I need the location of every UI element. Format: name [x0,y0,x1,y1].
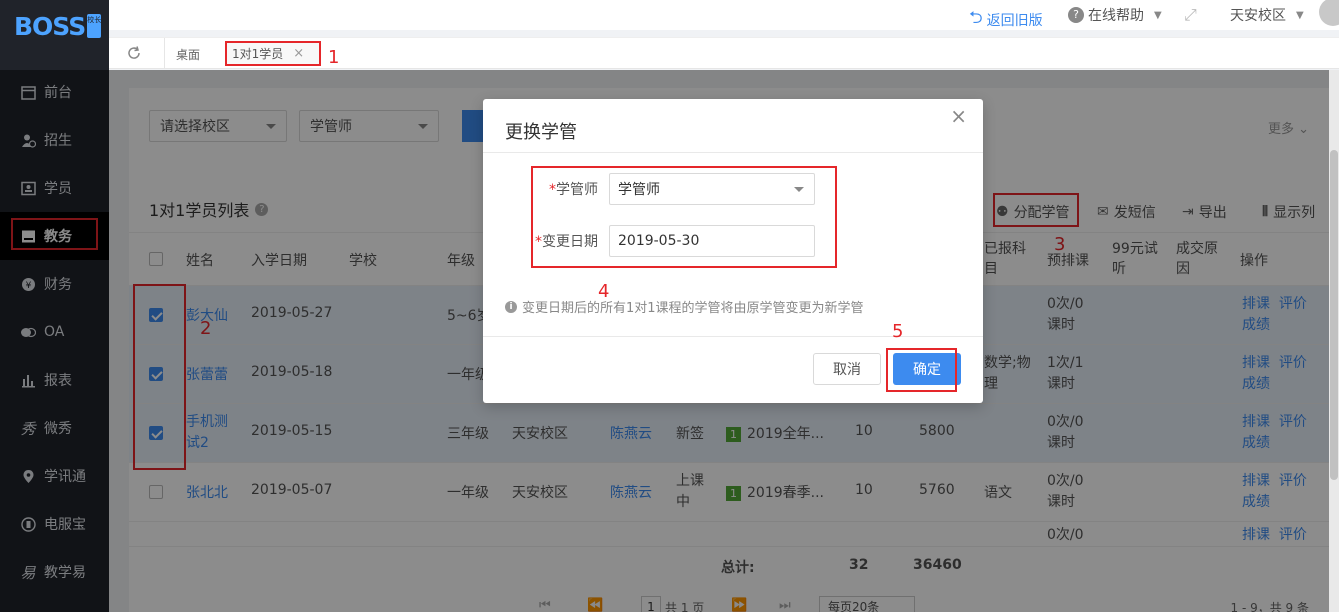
back-old-version-link[interactable]: ⮌ 返回旧版 [969,5,1043,34]
campus-label: 天安校区 [1230,8,1286,24]
close-icon[interactable]: × [950,104,967,128]
highlight-box-confirm [886,348,957,392]
logo-badge: 校长 [87,14,102,38]
scrollbar[interactable] [1329,70,1339,612]
cancel-button[interactable]: 取消 [813,353,881,385]
online-help-dropdown[interactable]: ? 在线帮助 ▼ [1068,5,1162,25]
dialog-divider [483,152,983,153]
logo-text: BOSS [14,11,86,41]
annotation-number-1: 1 [328,47,340,68]
chevron-down-icon: ▼ [1154,9,1162,21]
dialog-footer-divider [483,336,983,337]
chevron-down-icon: ▼ [1296,9,1304,21]
help-label: 在线帮助 [1088,8,1144,24]
undo-icon: ⮌ [969,8,983,28]
top-header: ⮌ 返回旧版 ? 在线帮助 ▼ ⤢ 天安校区 ▼ [109,0,1339,30]
highlight-box-form [531,166,837,268]
back-old-label: 返回旧版 [986,12,1043,29]
dialog-title: 更换学管 [505,122,577,143]
help-circle-icon: ? [1068,7,1084,23]
change-manager-dialog: 更换学管 × *学管师 学管师 *变更日期 2019-05-30 4 i 变更日… [483,99,983,403]
scrollbar-thumb[interactable] [1330,150,1338,480]
tab-divider [164,38,165,69]
tab-label: 1对1学员 [232,47,284,61]
close-icon[interactable]: × [293,46,304,61]
annotation-number-5: 5 [892,321,904,342]
info-icon: i [505,300,517,313]
note-text: 变更日期后的所有1对1课程的学管将由原学管变更为新学管 [522,301,864,316]
logo[interactable]: BOSS 校长 [0,0,109,52]
dialog-note: i 变更日期后的所有1对1课程的学管将由原学管变更为新学管 [505,297,864,316]
tab-desktop[interactable]: 桌面 [176,46,200,63]
campus-dropdown[interactable]: 天安校区 ▼ [1230,5,1304,25]
tab-bar: 桌面 1对1学员 × 1 [109,37,1339,69]
tab-one-on-one-students[interactable]: 1对1学员 × [225,41,321,66]
refresh-icon[interactable] [126,45,142,65]
fullscreen-icon[interactable]: ⤢ [1184,5,1197,25]
avatar[interactable] [1319,0,1339,26]
